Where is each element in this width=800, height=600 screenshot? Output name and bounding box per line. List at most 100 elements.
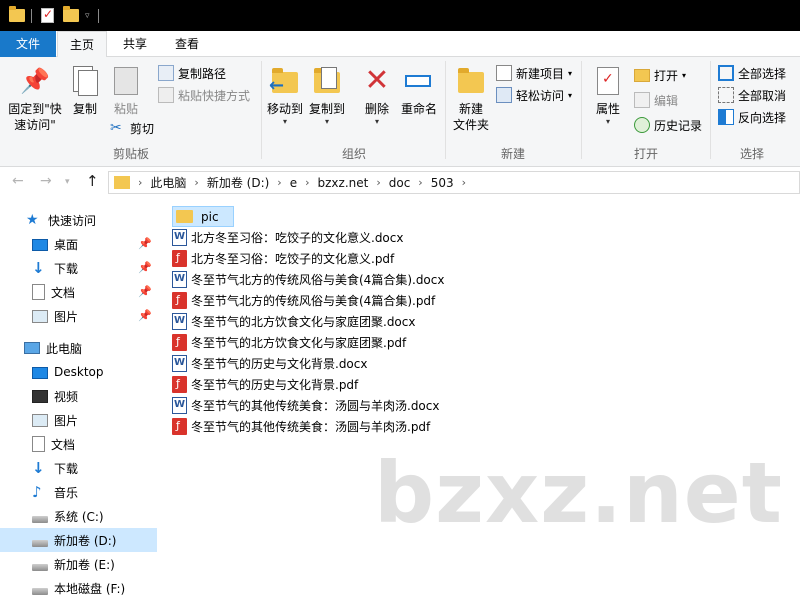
properties-quick-button[interactable] — [41, 7, 54, 24]
nav-pc-documents[interactable]: 文档 — [0, 432, 157, 456]
file-item[interactable]: 冬至节气的历史与文化背景.pdf — [172, 374, 358, 395]
drive-icon — [32, 587, 48, 595]
paste-shortcut-label: 粘贴快捷方式 — [178, 88, 251, 103]
cut-button[interactable]: ✂ 剪切 — [110, 118, 154, 138]
new-item-button[interactable]: 新建项目 ▾ — [496, 63, 572, 83]
nav-drive-e[interactable]: 新加卷 (E:) — [0, 552, 157, 576]
new-folder-button[interactable]: 新建 文件夹 — [450, 59, 492, 133]
pdf-icon — [172, 250, 187, 267]
chevron-right-icon[interactable]: › — [277, 176, 281, 189]
pin-icon[interactable]: 📌 — [138, 237, 152, 250]
chevron-right-icon[interactable]: › — [462, 176, 466, 189]
file-item[interactable]: 冬至节气的其他传统美食：汤圆与羊肉汤.pdf — [172, 416, 430, 437]
copy-path-icon — [158, 65, 174, 81]
copy-label: 复制 — [72, 102, 97, 116]
pin-label: 固定到"快 速访问" — [8, 102, 62, 132]
pin-icon[interactable]: 📌 — [138, 261, 152, 274]
breadcrumb-e[interactable]: e — [290, 176, 297, 190]
file-item[interactable]: 冬至节气的北方饮食文化与家庭团聚.docx — [172, 311, 415, 332]
chevron-right-icon[interactable]: › — [418, 176, 422, 189]
file-item[interactable]: 冬至节气的历史与文化背景.docx — [172, 353, 367, 374]
address-bar[interactable]: › 此电脑 › 新加卷 (D:) › e › bzxz.net › doc › … — [108, 171, 800, 194]
file-item[interactable]: 冬至节气北方的传统风俗与美食(4篇合集).pdf — [172, 290, 435, 311]
delete-button[interactable]: ✕ 删除 ▾ — [360, 59, 394, 126]
invert-selection-icon — [718, 109, 734, 125]
history-button[interactable]: 历史记录 — [634, 115, 702, 135]
back-arrow-icon[interactable]: ← — [12, 173, 24, 189]
organize-group-label: 组织 — [341, 147, 366, 161]
breadcrumb-503[interactable]: 503 — [431, 176, 454, 190]
nav-pc-desktop[interactable]: Desktop — [0, 360, 157, 384]
paste-shortcut-button[interactable]: 粘贴快捷方式 — [158, 85, 250, 105]
breadcrumb-doc[interactable]: doc — [389, 176, 411, 190]
title-bar: ▿ — [0, 0, 800, 31]
nav-pc-pictures[interactable]: 图片 — [0, 408, 157, 432]
dropdown-arrow-icon: ▾ — [282, 117, 287, 126]
file-item[interactable]: 冬至节气北方的传统风俗与美食(4篇合集).docx — [172, 269, 444, 290]
folder-icon — [9, 6, 25, 24]
breadcrumb-bzxz[interactable]: bzxz.net — [318, 176, 369, 190]
nav-drive-d[interactable]: 新加卷 (D:) — [0, 528, 157, 552]
tab-file[interactable]: 文件 — [0, 31, 56, 57]
clipboard-group-label: 剪贴板 — [112, 147, 149, 161]
recent-locations-icon[interactable]: ▾ — [65, 177, 70, 187]
rename-button[interactable]: 重命名 — [398, 59, 440, 118]
up-arrow-icon[interactable]: ↑ — [86, 172, 99, 190]
customize-toolbar-button[interactable]: ▿ — [85, 7, 90, 24]
nav-label: 新加卷 (E:) — [54, 557, 115, 572]
nav-music[interactable]: ♪ 音乐 — [0, 480, 157, 504]
pin-icon[interactable]: 📌 — [138, 285, 152, 298]
chevron-right-icon[interactable]: › — [305, 176, 309, 189]
new-folder-quick-button[interactable] — [63, 6, 79, 24]
chevron-right-icon[interactable]: › — [376, 176, 380, 189]
nav-label: 下载 — [54, 261, 79, 276]
new-group-label: 新建 — [500, 147, 525, 161]
chevron-right-icon[interactable]: › — [138, 176, 142, 189]
nav-drive-c[interactable]: 系统 (C:) — [0, 504, 157, 528]
edit-button[interactable]: 编辑 — [634, 90, 678, 110]
chevron-right-icon[interactable]: › — [194, 176, 198, 189]
breadcrumb-this-pc[interactable]: 此电脑 — [150, 174, 186, 191]
nav-quick-access[interactable]: ★ 快速访问 — [0, 208, 157, 232]
nav-documents[interactable]: 文档 📌 — [0, 280, 157, 304]
ribbon-tabs: 文件 主页 共享 查看 — [0, 31, 800, 58]
nav-pictures[interactable]: 图片 📌 — [0, 304, 157, 328]
copy-path-button[interactable]: 复制路径 — [158, 63, 226, 83]
file-item[interactable]: 北方冬至习俗：吃饺子的文化意义.docx — [172, 227, 403, 248]
nav-videos[interactable]: 视频 — [0, 384, 157, 408]
nav-label: 本地磁盘 (F:) — [54, 581, 126, 596]
tab-view[interactable]: 查看 — [164, 31, 210, 57]
nav-drive-f[interactable]: 本地磁盘 (F:) — [0, 576, 157, 600]
nav-pc-downloads[interactable]: ↓ 下载 — [0, 456, 157, 480]
select-all-button[interactable]: 全部选择 — [718, 63, 786, 83]
open-button[interactable]: 打开 ▾ — [634, 65, 686, 85]
folder-item-pic[interactable]: pic — [172, 206, 234, 227]
pin-icon[interactable]: 📌 — [138, 309, 152, 322]
invert-selection-button[interactable]: 反向选择 — [718, 107, 786, 127]
scissors-icon: ✂ — [110, 120, 122, 136]
forward-arrow-icon[interactable]: → — [40, 173, 52, 189]
tab-home[interactable]: 主页 — [57, 31, 107, 58]
tab-share[interactable]: 共享 — [112, 31, 158, 57]
nav-this-pc[interactable]: 此电脑 — [0, 336, 157, 360]
easy-access-button[interactable]: 轻松访问 ▾ — [496, 85, 572, 105]
word-document-icon — [172, 397, 187, 414]
rename-label: 重命名 — [400, 102, 437, 116]
file-item[interactable]: 北方冬至习俗：吃饺子的文化意义.pdf — [172, 248, 394, 269]
pin-to-quick-access-button[interactable]: 📌 固定到"快 速访问" — [4, 59, 66, 133]
properties-button[interactable]: 属性 ▾ — [588, 59, 628, 126]
file-item[interactable]: 冬至节气的北方饮食文化与家庭团聚.pdf — [172, 332, 406, 353]
easy-access-icon — [496, 87, 512, 103]
paste-button[interactable]: 粘贴 — [108, 59, 144, 118]
copy-button[interactable]: 复制 — [68, 59, 102, 118]
nav-desktop[interactable]: 桌面 📌 — [0, 232, 157, 256]
select-none-button[interactable]: 全部取消 — [718, 85, 786, 105]
move-to-button[interactable]: ← 移动到 ▾ — [264, 59, 306, 126]
breadcrumb-drive-d[interactable]: 新加卷 (D:) — [207, 174, 269, 191]
nav-label: 音乐 — [54, 485, 79, 500]
select-all-label: 全部选择 — [738, 66, 787, 81]
nav-downloads[interactable]: ↓ 下载 📌 — [0, 256, 157, 280]
copy-to-button[interactable]: 复制到 ▾ — [306, 59, 348, 126]
file-item[interactable]: 冬至节气的其他传统美食：汤圆与羊肉汤.docx — [172, 395, 439, 416]
picture-icon — [32, 413, 48, 427]
